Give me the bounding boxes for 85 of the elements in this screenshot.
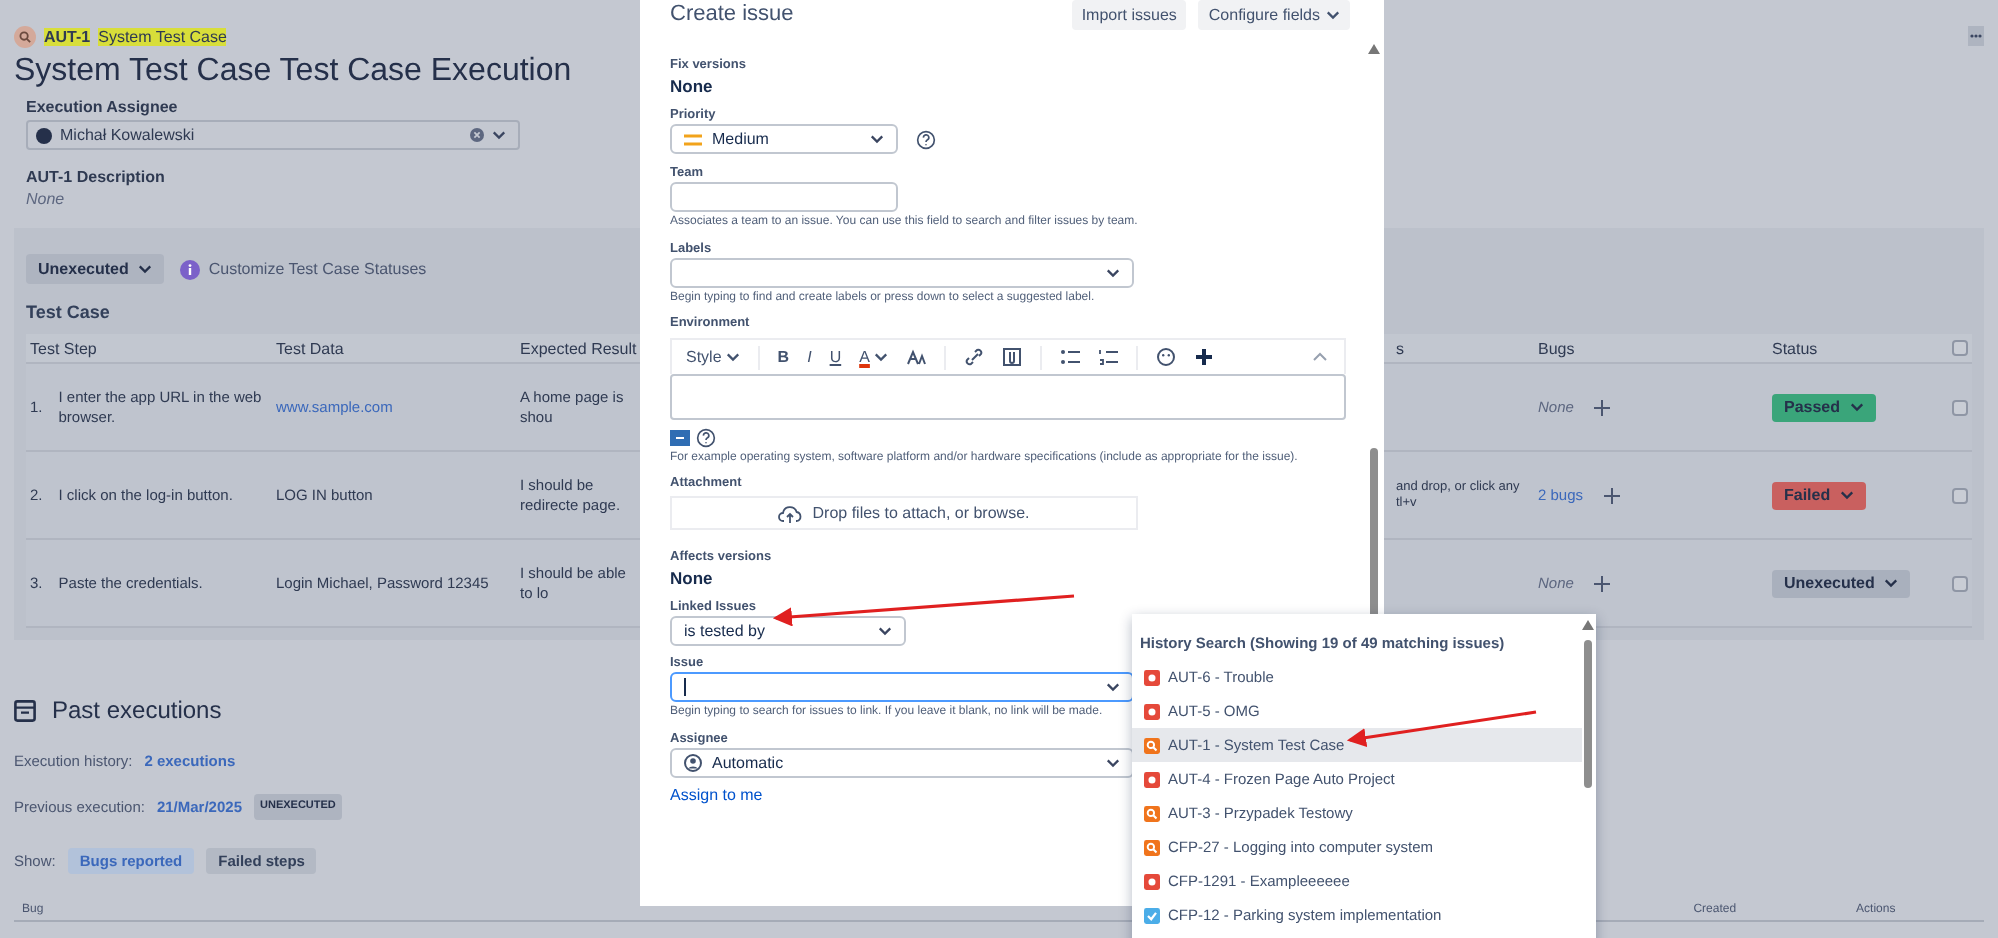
description-value: None: [26, 188, 65, 210]
checkbox[interactable]: [1952, 487, 1968, 503]
more-icon[interactable]: [1968, 26, 1984, 46]
bug-icon: [1144, 873, 1160, 889]
upload-icon: [778, 503, 803, 523]
field-value: None: [670, 76, 713, 98]
field-label: Execution Assignee: [26, 96, 178, 118]
link-icon[interactable]: [963, 348, 984, 366]
issue-field[interactable]: [670, 672, 1134, 702]
help-icon[interactable]: [916, 129, 936, 149]
section-heading: Past executions: [52, 694, 222, 726]
info-icon: [180, 259, 201, 279]
priority-select[interactable]: Medium: [670, 124, 898, 154]
chevron-icon: [1850, 402, 1865, 412]
scroll-up-icon[interactable]: [1368, 44, 1380, 54]
italic-button[interactable]: I: [807, 348, 812, 366]
page-title: System Test Case Test Case Execution: [14, 52, 572, 92]
column-header: Bugs: [1534, 334, 1768, 364]
bullet-list-icon[interactable]: [1059, 348, 1080, 366]
chevron-icon: [1840, 490, 1855, 500]
breadcrumb-key[interactable]: AUT-1: [44, 27, 91, 45]
checkbox[interactable]: [1952, 399, 1968, 415]
section-heading: Test Case: [26, 300, 110, 324]
field-label: AUT-1 Description: [26, 166, 165, 188]
underline-button[interactable]: U: [829, 348, 842, 366]
configure-button[interactable]: Configure fields: [1198, 0, 1350, 29]
import-button[interactable]: Import issues: [1071, 0, 1187, 29]
scrollbar-thumb[interactable]: [1370, 448, 1378, 620]
checkbox[interactable]: [1952, 575, 1968, 591]
chevron-icon: [1106, 682, 1120, 692]
dialog-title: Create issue: [670, 2, 794, 26]
clear-icon[interactable]: [470, 128, 484, 142]
help-icon[interactable]: [696, 428, 716, 448]
bug-icon: [1144, 703, 1160, 719]
column-header: Status: [1768, 334, 1948, 364]
chevron-icon: [138, 264, 153, 274]
bold-button[interactable]: B: [777, 348, 790, 366]
environment-field[interactable]: [670, 374, 1346, 420]
chevron-icon: [1884, 578, 1899, 588]
field-value: None: [670, 568, 713, 590]
avatar-icon: [36, 127, 52, 143]
checkbox-icon: [1144, 907, 1160, 923]
status-dropdown[interactable]: Unexecuted: [26, 254, 165, 284]
scrollbar-thumb[interactable]: [1584, 640, 1592, 788]
breadcrumb-title[interactable]: System Test Case: [98, 27, 227, 45]
chevron-icon: [1106, 758, 1120, 768]
chevron-icon: [1106, 268, 1120, 278]
attachment-icon[interactable]: [1001, 348, 1022, 366]
style-menu[interactable]: Style: [686, 348, 722, 366]
status-dropdown[interactable]: Unexecuted: [1772, 569, 1911, 597]
assign-link[interactable]: Assign to me: [670, 786, 763, 806]
priority-icon: [684, 133, 702, 145]
archive-icon: [14, 699, 36, 721]
chevron-icon: [870, 134, 884, 144]
plus-icon[interactable]: [1193, 348, 1214, 366]
text-color-button[interactable]: A: [859, 348, 870, 366]
checkbox[interactable]: [1952, 340, 1968, 356]
search-icon: [1144, 839, 1160, 855]
drop-zone[interactable]: Drop files to attach, or browse.: [670, 496, 1138, 530]
search-icon: [1144, 737, 1160, 753]
collapse-icon[interactable]: [1310, 348, 1330, 366]
text-size-icon[interactable]: [905, 348, 926, 366]
column-header: Test Step: [26, 334, 272, 364]
column-header: s: [1392, 334, 1534, 364]
numbered-list-icon[interactable]: [1097, 348, 1118, 366]
assignee-select[interactable]: Michał Kowalewski: [26, 120, 520, 150]
team-field[interactable]: [670, 182, 898, 212]
status-dropdown[interactable]: Passed: [1772, 393, 1877, 421]
user-icon: [684, 754, 702, 772]
column-header: Test Data: [272, 334, 516, 364]
search-icon: [1144, 805, 1160, 821]
customize-link[interactable]: Customize Test Case Statuses: [208, 260, 427, 278]
chevron-icon: [1326, 9, 1340, 19]
chevron-icon: [725, 352, 740, 362]
search-icon: [14, 25, 36, 47]
column-header: Expected Result: [516, 334, 640, 364]
link-type-select[interactable]: is tested by: [670, 616, 906, 646]
chevron-icon: [873, 352, 888, 362]
scroll-up-icon[interactable]: [1582, 620, 1594, 630]
chevron-icon: [878, 626, 892, 636]
bug-icon: [1144, 669, 1160, 685]
assignee-select[interactable]: Automatic: [670, 748, 1134, 778]
chevron-icon: [492, 130, 506, 140]
bug-icon: [1144, 771, 1160, 787]
emoji-icon[interactable]: [1155, 348, 1176, 366]
